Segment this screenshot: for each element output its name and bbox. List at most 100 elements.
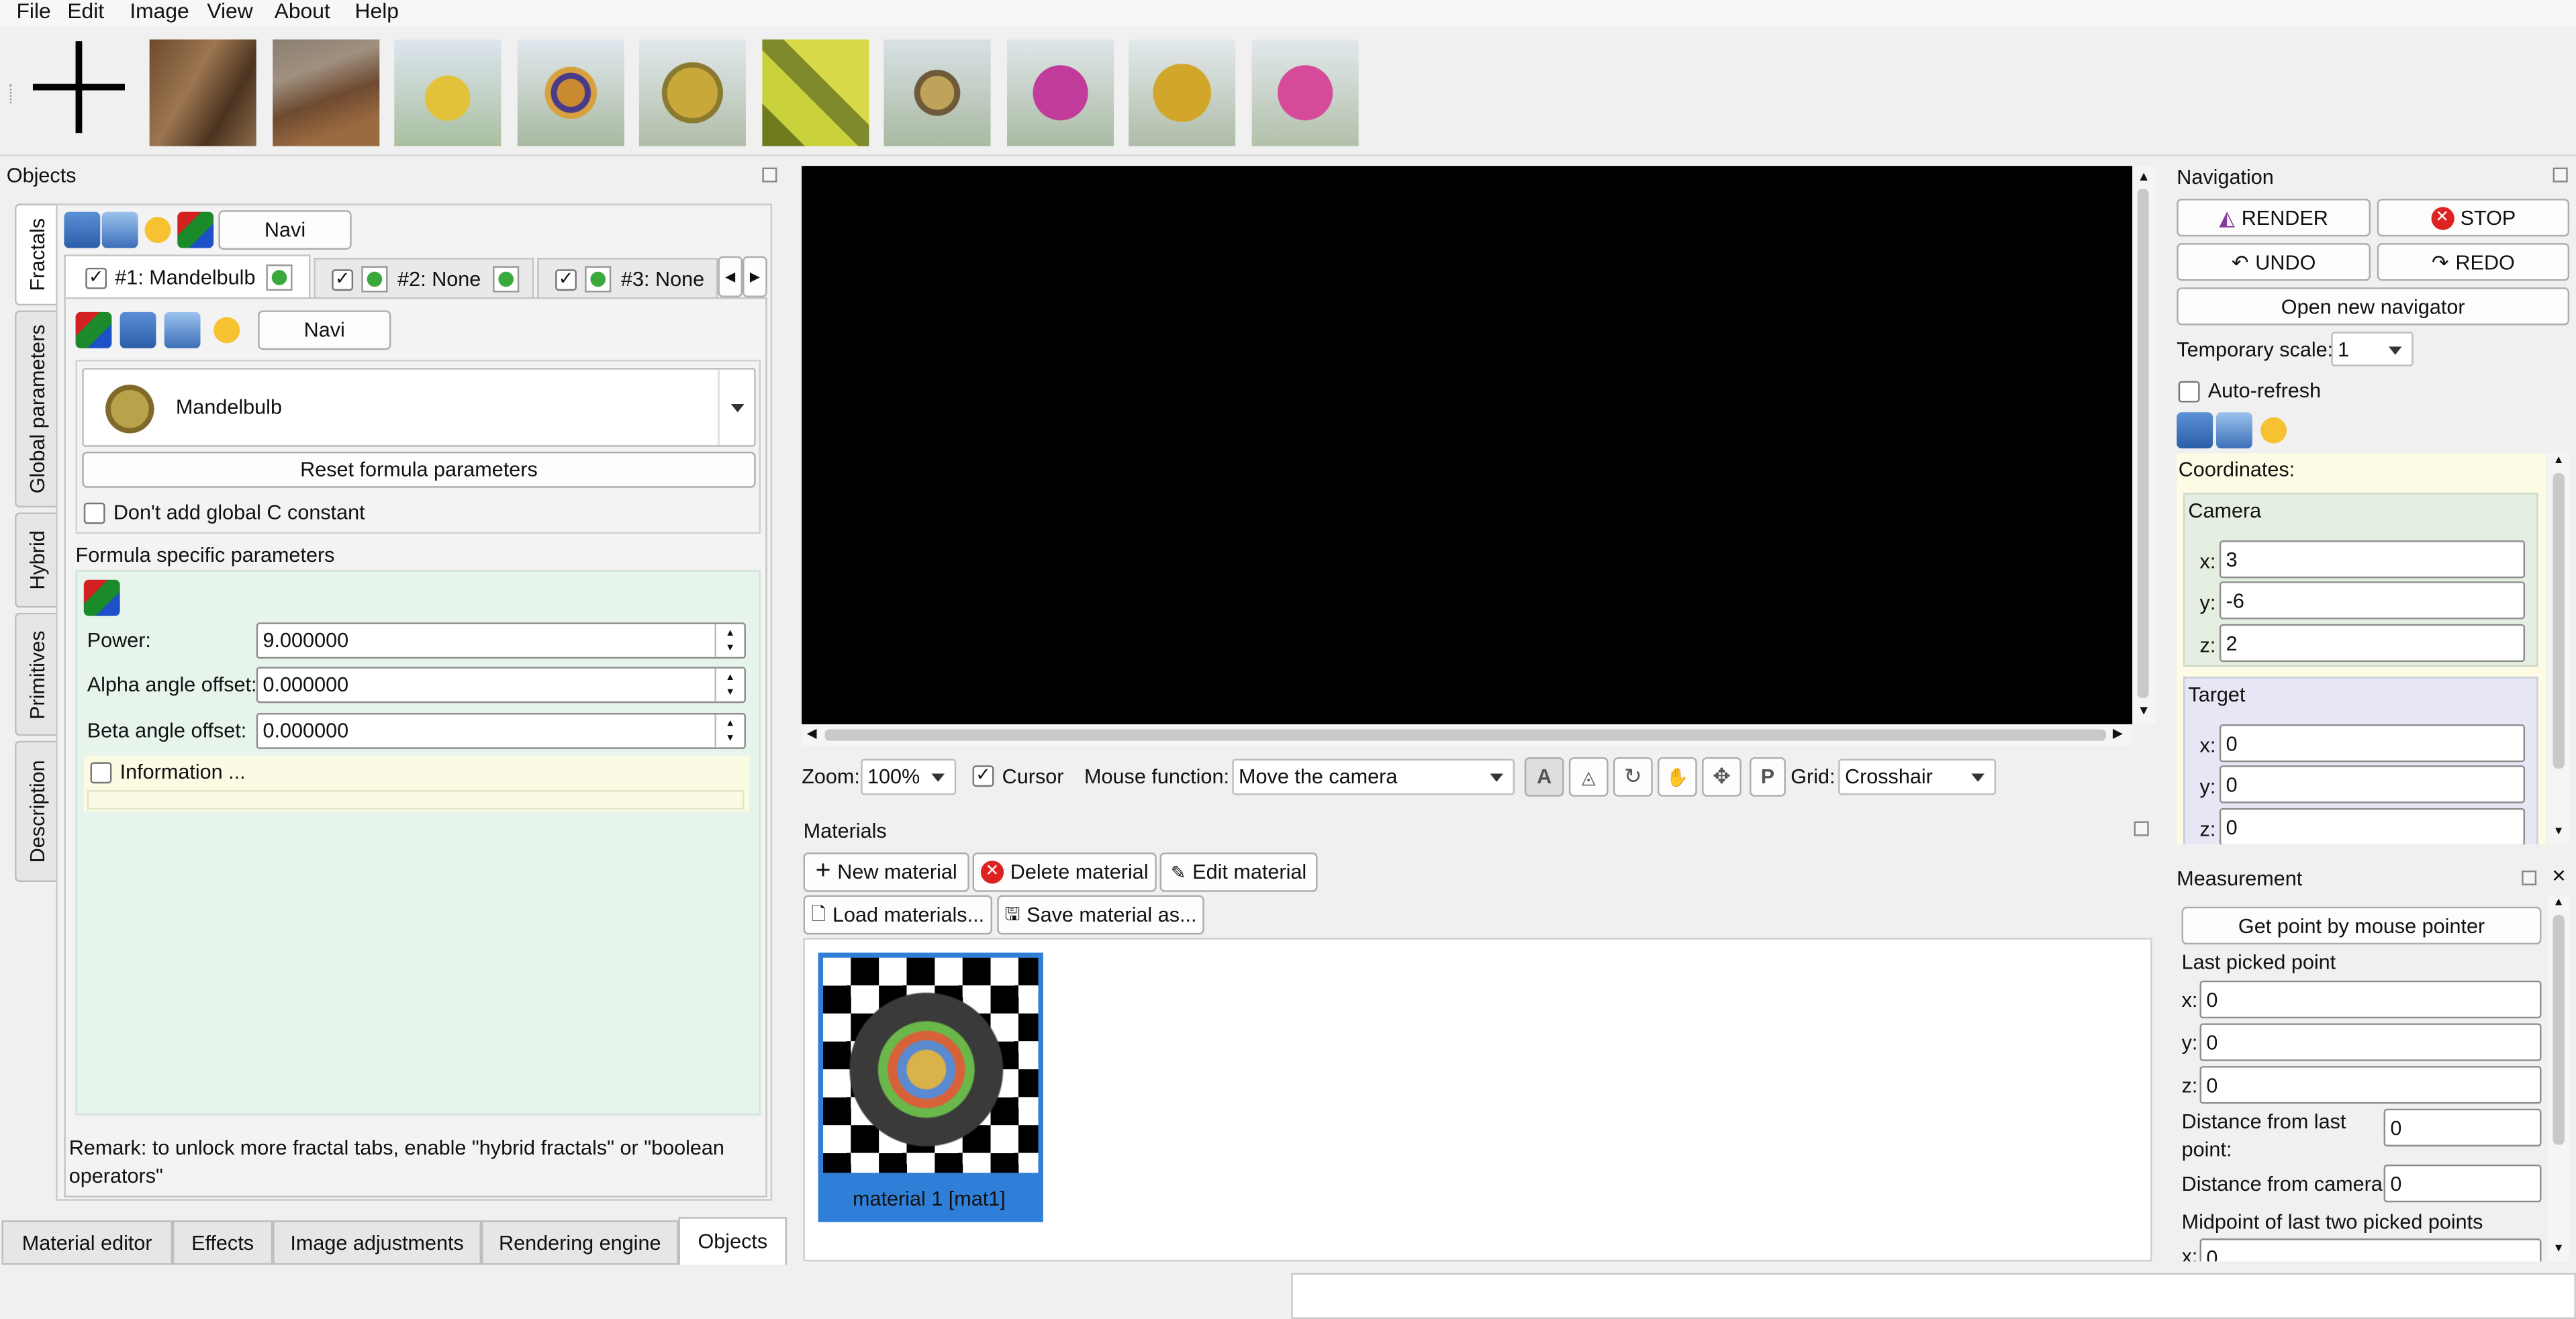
menu-edit[interactable]: Edit [67,0,104,23]
load-coords-icon[interactable] [2177,412,2213,449]
add-preset-plus-icon[interactable] [32,41,125,134]
camera-x-input[interactable]: 3 [2219,540,2526,579]
grid-select[interactable]: Crosshair [1838,759,1997,795]
load-materials-button[interactable]: 🗋 Load materials... [803,895,992,935]
beta-spinner[interactable]: ▲ ▼ [714,714,744,748]
materials-float-button[interactable] [2134,821,2149,836]
undo-button[interactable]: ↶ UNDO [2177,243,2371,281]
auto-refresh-checkbox[interactable] [2178,381,2200,403]
point-x-input[interactable]: 0 [2199,980,2542,1019]
render-hscroll-thumb[interactable] [824,729,2107,741]
power-spinner[interactable]: ▲ ▼ [714,624,744,657]
measurement-close-icon[interactable]: ✕ [2551,866,2567,887]
preset-thumb-5[interactable] [638,39,746,146]
fractal-2-enable-checkbox[interactable]: ✓ [332,269,354,291]
menu-file[interactable]: File [16,0,50,23]
navi-button-top[interactable]: Navi [218,210,352,250]
mouse-function-select[interactable]: Move the camera [1232,759,1515,795]
redo-button[interactable]: ↷ REDO [2377,243,2570,281]
render-vertical-scrollbar[interactable]: ▲ ▼ [2132,166,2156,725]
render-vscroll-thumb[interactable] [2137,189,2149,698]
fractal-2-add-icon[interactable] [361,266,388,293]
information-checkbox[interactable] [90,762,112,784]
target-x-input[interactable]: 0 [2219,724,2526,763]
tab-image-adjustments[interactable]: Image adjustments [273,1220,481,1265]
menu-view[interactable]: View [207,0,252,23]
navigation-float-button[interactable] [2553,167,2568,183]
dont-add-c-checkbox[interactable] [83,502,105,524]
menu-image[interactable]: Image [130,0,189,23]
distance-last-input[interactable]: 0 [2383,1108,2542,1147]
fractal-tab-1[interactable]: ✓ #1: Mandelbulb [64,254,311,299]
perspective-tool-icon[interactable]: P [1750,757,1786,797]
temp-scale-select[interactable]: 1 [2331,332,2414,367]
fractal-tab-2[interactable]: ✓ #2: None [314,258,534,299]
distance-camera-input[interactable]: 0 [2383,1164,2542,1203]
open-navigator-button[interactable]: Open new navigator [2177,287,2570,326]
undo-settings-icon[interactable] [139,211,176,248]
render-horizontal-scrollbar[interactable]: ◀ ▶ [802,724,2133,746]
random-dice-icon[interactable] [177,211,214,248]
zoom-select[interactable]: 100% [861,759,957,795]
stop-button[interactable]: ✕ STOP [2377,199,2570,237]
tab-rendering-engine[interactable]: Rendering engine [481,1220,679,1265]
undo-coords-icon[interactable] [2255,412,2292,449]
param-power-input[interactable]: 9.000000 ▲ ▼ [256,622,746,659]
measurement-float-button[interactable] [2522,870,2537,885]
pan-tool-icon[interactable]: ✋ [1658,757,1697,797]
render-viewport[interactable] [802,166,2133,725]
save-coords-icon[interactable] [2216,412,2252,449]
load-formula-icon[interactable] [120,311,156,348]
vtab-primitives[interactable]: Primitives [15,612,58,736]
edit-material-button[interactable]: ✎ Edit material [1159,852,1318,892]
menu-help[interactable]: Help [355,0,399,23]
tab-material-editor[interactable]: Material editor [1,1220,173,1265]
delete-material-button[interactable]: ✕ Delete material [972,852,1157,892]
coordinates-scroll-thumb[interactable] [2553,473,2565,769]
fractal-3-enable-checkbox[interactable]: ✓ [555,269,577,291]
random-dice-icon-2[interactable] [75,311,112,348]
tab-effects[interactable]: Effects [172,1220,273,1265]
preset-thumb-9[interactable] [1129,39,1236,146]
fractal-tab-3[interactable]: ✓ #3: None [537,258,718,299]
preset-thumb-8[interactable] [1007,39,1114,146]
cursor-checkbox[interactable]: ✓ [972,765,994,787]
preset-thumb-4[interactable] [517,39,624,146]
fractal-3-add-icon[interactable] [585,266,612,293]
text-tool-icon[interactable]: A [1524,757,1564,797]
target-y-input[interactable]: 0 [2219,765,2526,803]
camera-y-input[interactable]: -6 [2219,581,2526,620]
render-button[interactable]: ◭ RENDER [2177,199,2371,237]
preset-thumb-7[interactable] [884,39,991,146]
coordinates-scrollbar[interactable]: ▲ ▼ [2548,453,2570,844]
undo-formula-icon[interactable] [208,311,245,348]
camera-z-input[interactable]: 2 [2219,624,2526,663]
alpha-spinner[interactable]: ▲ ▼ [714,668,744,701]
fractal-1-enable-checkbox[interactable]: ✓ [85,267,107,289]
point-z-input[interactable]: 0 [2199,1066,2542,1104]
objects-dock-float-button[interactable] [762,167,777,183]
save-formula-icon[interactable] [164,311,201,348]
vtab-description[interactable]: Description [15,740,58,883]
save-settings-icon[interactable] [101,211,138,248]
reset-formula-button[interactable]: Reset formula parameters [82,451,756,488]
tabs-scroll-left[interactable]: ◀ [718,256,743,297]
menu-about[interactable]: About [275,0,330,23]
measurement-scrollbar[interactable]: ▲ ▼ [2548,895,2570,1262]
tab-objects[interactable]: Objects [678,1217,788,1265]
vtab-hybrid[interactable]: Hybrid [15,512,58,608]
preset-thumb-1[interactable] [149,39,256,146]
target-z-input[interactable]: 0 [2219,808,2526,844]
new-material-button[interactable]: + New material [803,852,969,892]
get-point-button[interactable]: Get point by mouse pointer [2181,906,2542,945]
preset-thumb-2[interactable] [273,39,380,146]
information-label[interactable]: Information ... [120,761,246,783]
formula-select[interactable]: Mandelbulb [82,368,756,447]
vtab-fractals[interactable]: Fractals [15,203,58,306]
save-material-button[interactable]: 🖫 Save material as... [997,895,1204,935]
shape-tool-icon[interactable]: ◬ [1568,757,1609,797]
param-beta-input[interactable]: 0.000000 ▲ ▼ [256,712,746,749]
preset-thumb-10[interactable] [1251,39,1359,146]
move-tool-icon[interactable]: ✥ [1702,757,1742,797]
random-params-dice-icon[interactable] [83,579,120,616]
